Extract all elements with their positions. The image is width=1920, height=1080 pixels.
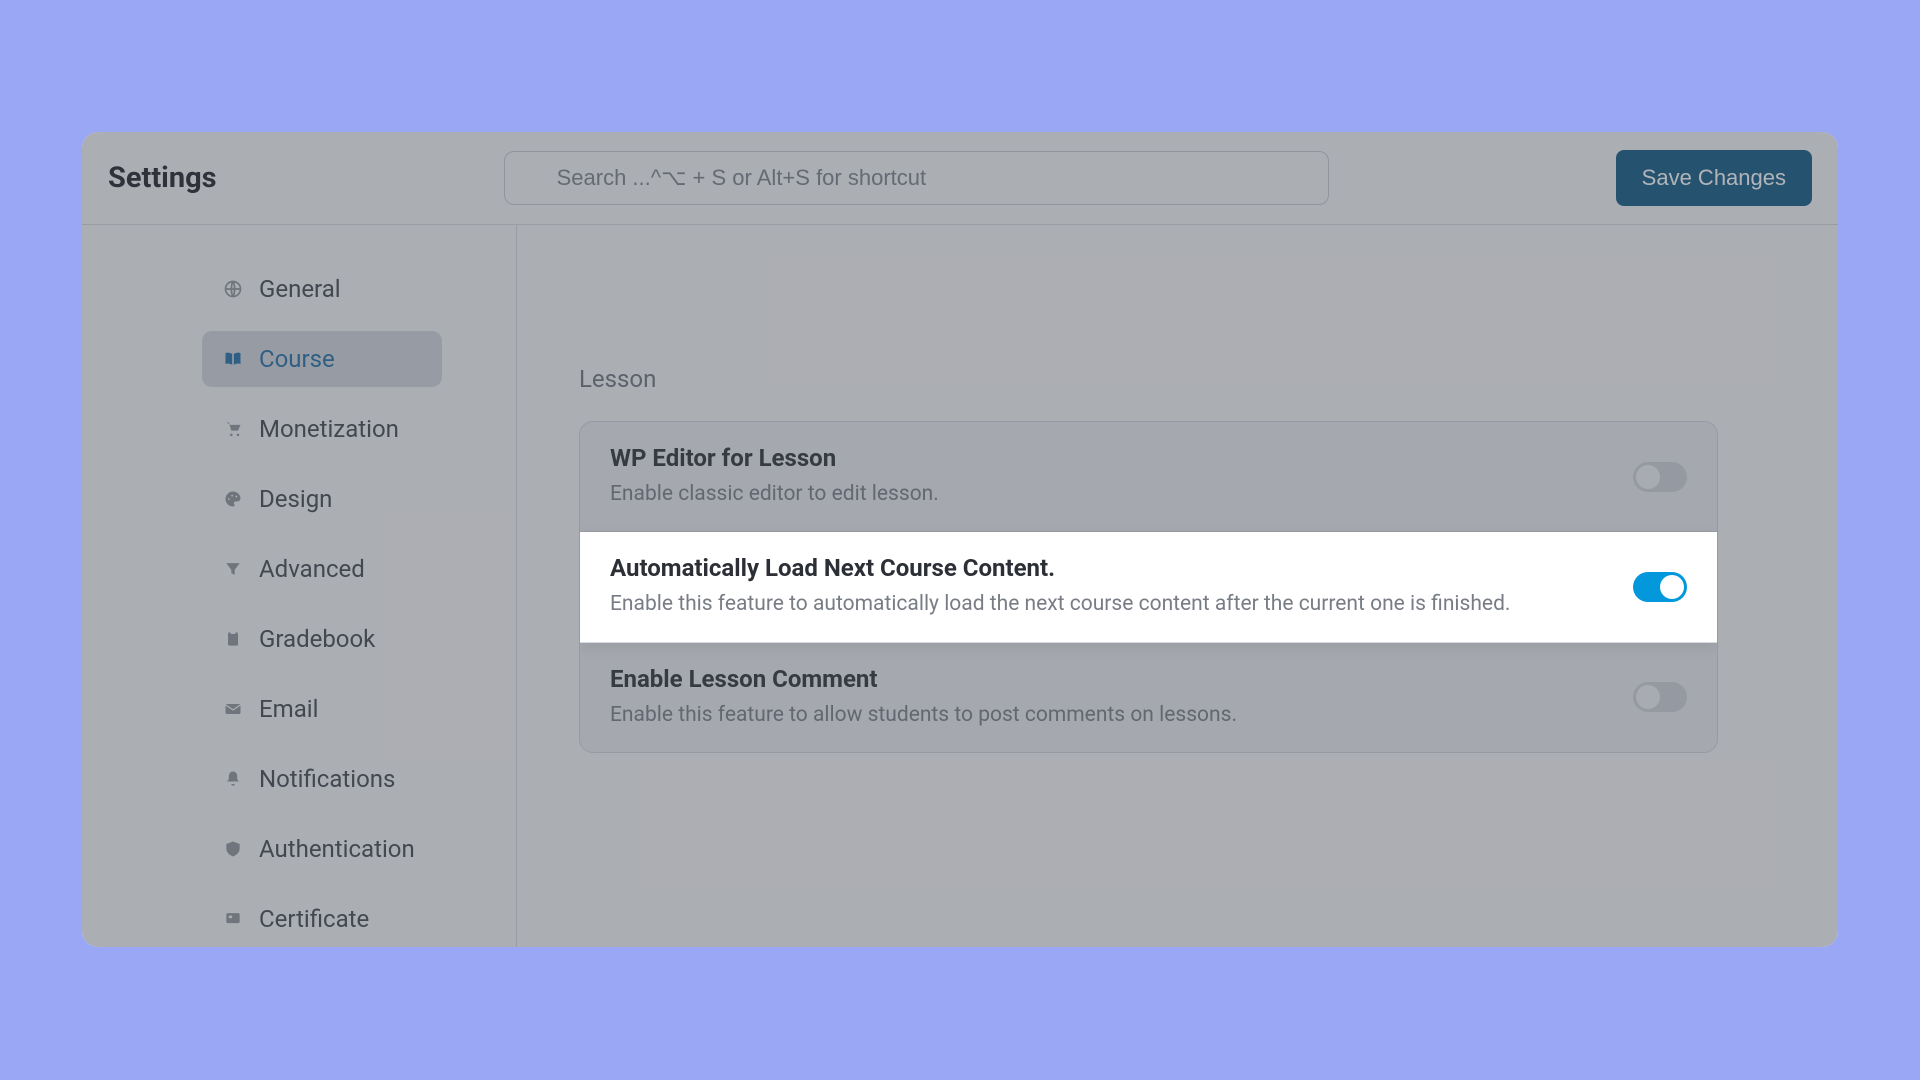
sidebar-item-general[interactable]: General — [202, 261, 442, 317]
body: General Course Monetization Design Advanced G… — [82, 225, 1838, 947]
toggle-knob — [1636, 465, 1660, 489]
toggle-switch[interactable] — [1633, 462, 1687, 492]
section-title: Lesson — [579, 365, 1718, 393]
sidebar-item-label: Advanced — [259, 555, 365, 583]
globe-icon — [222, 278, 244, 300]
setting-text: WP Editor for Lesson Enable classic edito… — [610, 444, 1633, 509]
palette-icon — [222, 488, 244, 510]
sidebar-item-notifications[interactable]: Notifications — [202, 751, 442, 807]
sidebar-item-label: General — [259, 275, 341, 303]
sidebar-item-label: Gradebook — [259, 625, 375, 653]
filter-icon — [222, 558, 244, 580]
sidebar: General Course Monetization Design Advanced G… — [82, 225, 517, 947]
sidebar-item-advanced[interactable]: Advanced — [202, 541, 442, 597]
sidebar-item-label: Email — [259, 695, 318, 723]
toggle-switch[interactable] — [1633, 572, 1687, 602]
toggle-knob — [1660, 575, 1684, 599]
sidebar-item-course[interactable]: Course — [202, 331, 442, 387]
search-input[interactable] — [504, 151, 1329, 205]
toggle-switch[interactable] — [1633, 682, 1687, 712]
sidebar-item-label: Authentication — [259, 835, 415, 863]
sidebar-item-label: Certificate — [259, 905, 369, 933]
settings-card: WP Editor for Lesson Enable classic edito… — [579, 421, 1718, 753]
cart-icon — [222, 418, 244, 440]
badge-icon — [222, 908, 244, 930]
sidebar-item-design[interactable]: Design — [202, 471, 442, 527]
setting-text: Automatically Load Next Course Content. E… — [610, 554, 1633, 619]
header: Settings Save Changes — [82, 132, 1838, 225]
search-wrap — [257, 151, 1576, 205]
setting-row: WP Editor for Lesson Enable classic edito… — [580, 422, 1717, 532]
sidebar-item-email[interactable]: Email — [202, 681, 442, 737]
setting-row: Enable Lesson Comment Enable this feature… — [580, 643, 1717, 752]
clipboard-icon — [222, 628, 244, 650]
bell-icon — [222, 768, 244, 790]
main-panel: Lesson WP Editor for Lesson Enable classi… — [517, 225, 1838, 947]
setting-description: Enable this feature to allow students to… — [610, 701, 1603, 730]
sidebar-item-label: Course — [259, 345, 335, 373]
setting-title: Enable Lesson Comment — [610, 665, 1603, 693]
sidebar-item-certificate[interactable]: Certificate — [202, 891, 442, 947]
toggle-knob — [1636, 685, 1660, 709]
setting-description: Enable classic editor to edit lesson. — [610, 480, 1603, 509]
sidebar-item-authentication[interactable]: Authentication — [202, 821, 442, 877]
sidebar-item-monetization[interactable]: Monetization — [202, 401, 442, 457]
setting-description: Enable this feature to automatically loa… — [610, 590, 1603, 619]
setting-row: Automatically Load Next Course Content. E… — [580, 532, 1717, 642]
save-changes-button[interactable]: Save Changes — [1616, 150, 1812, 206]
page-title: Settings — [108, 161, 217, 195]
book-icon — [222, 348, 244, 370]
sidebar-item-gradebook[interactable]: Gradebook — [202, 611, 442, 667]
mail-icon — [222, 698, 244, 720]
setting-text: Enable Lesson Comment Enable this feature… — [610, 665, 1633, 730]
settings-window: Settings Save Changes General Course Monet… — [82, 132, 1838, 947]
shield-icon — [222, 838, 244, 860]
sidebar-item-label: Design — [259, 485, 332, 513]
setting-title: WP Editor for Lesson — [610, 444, 1603, 472]
search-box — [504, 151, 1329, 205]
sidebar-item-label: Notifications — [259, 765, 395, 793]
setting-title: Automatically Load Next Course Content. — [610, 554, 1603, 582]
sidebar-item-label: Monetization — [259, 415, 399, 443]
